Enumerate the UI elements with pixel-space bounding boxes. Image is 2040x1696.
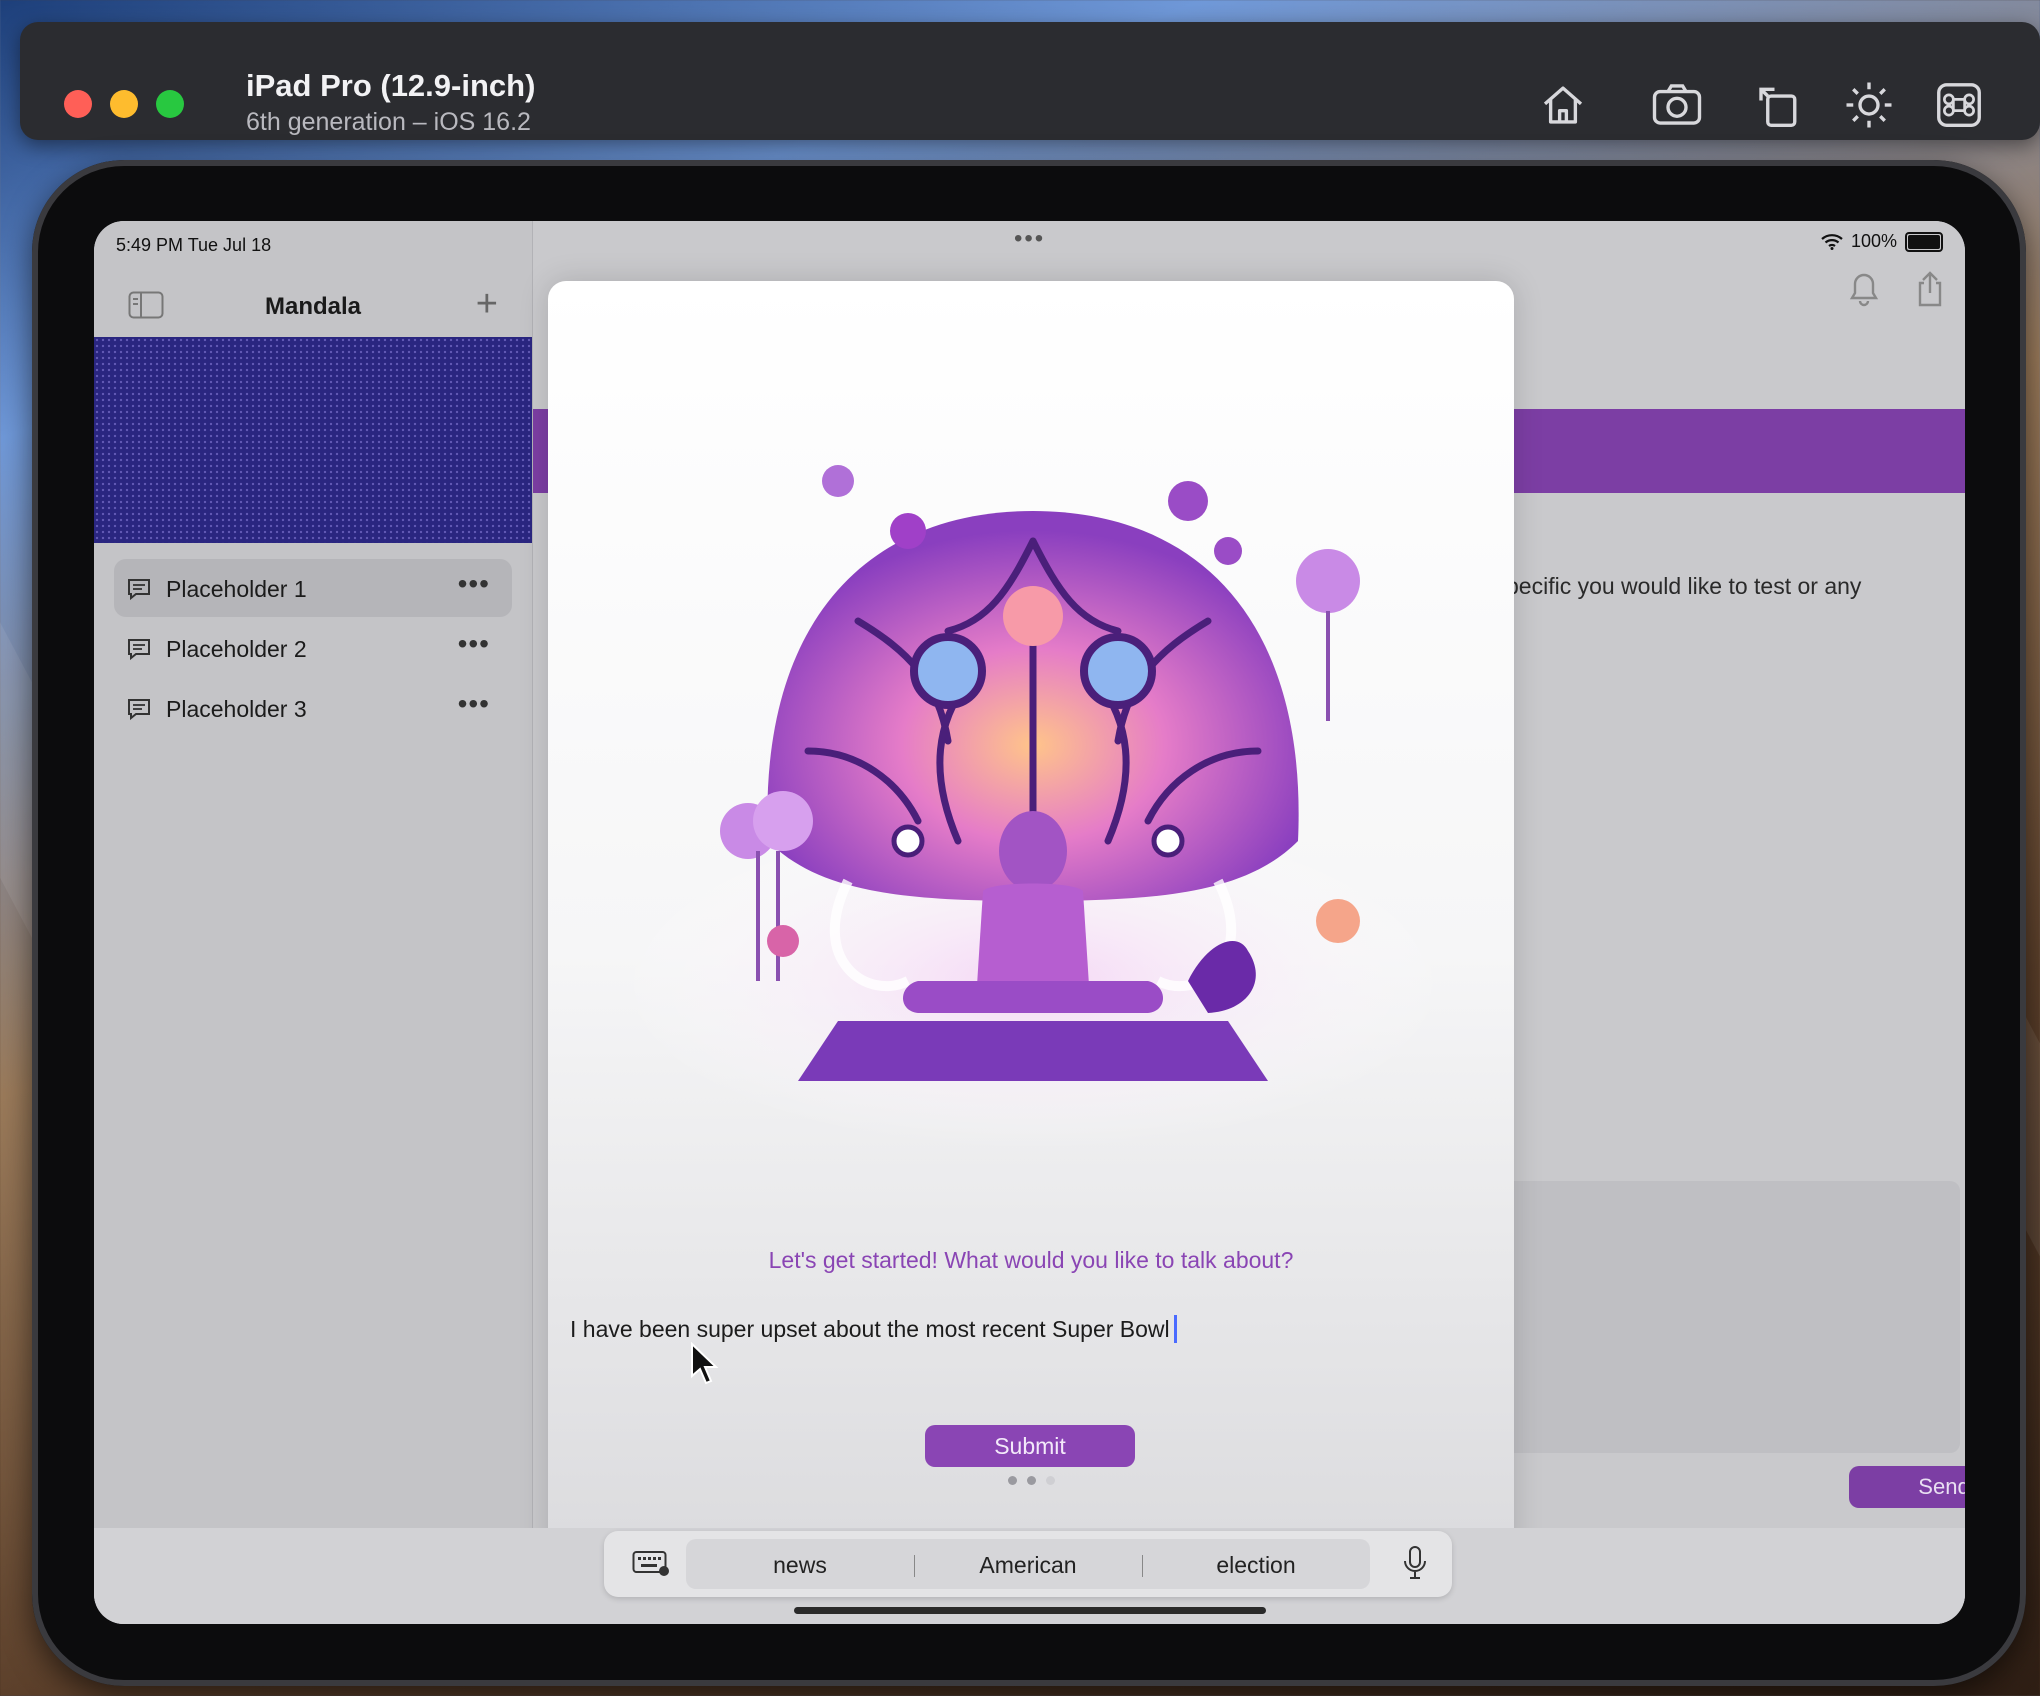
home-icon[interactable] (1536, 78, 1590, 132)
page-dot (1027, 1476, 1036, 1485)
wifi-icon (1821, 233, 1843, 250)
device-subtitle: 6th generation – iOS 16.2 (246, 108, 531, 136)
command-icon[interactable] (1932, 78, 1986, 132)
close-window-button[interactable] (64, 90, 92, 118)
conversation-list: Placeholder 1 ••• Placeholder 2 ••• Plac… (114, 559, 512, 739)
keyboard-icon[interactable] (632, 1549, 670, 1577)
bell-icon[interactable] (1844, 269, 1884, 309)
battery-percent: 100% (1850, 231, 1897, 251)
page-dot (1046, 1476, 1055, 1485)
home-indicator[interactable] (794, 1607, 1266, 1614)
suggestion-1[interactable]: news (686, 1552, 914, 1579)
topic-input[interactable]: I have been super upset about the most r… (570, 1315, 1177, 1343)
sidebar-item-placeholder-1[interactable]: Placeholder 1 ••• (114, 559, 512, 617)
minimize-window-button[interactable] (110, 90, 138, 118)
message-text: pecific you would like to test or any (1506, 573, 1862, 599)
simulator-title-bar: iPad Pro (12.9-inch) 6th generation – iO… (20, 22, 2040, 140)
chat-bubble-icon (128, 699, 150, 721)
more-options-icon[interactable]: ••• (458, 688, 490, 720)
suggestion-group: news American election (686, 1539, 1370, 1589)
submit-button[interactable]: Submit (925, 1425, 1135, 1467)
more-options-icon[interactable]: ••• (458, 568, 490, 600)
status-time: 5:49 PM Tue Jul 18 (116, 235, 272, 255)
predictive-text-bar: news American election (604, 1531, 1452, 1597)
sidebar-title: Mandala (264, 293, 362, 320)
sidebar-item-label: Placeholder 1 (166, 576, 307, 602)
sidebar-item-label: Placeholder 3 (166, 696, 307, 722)
status-right: 100% (1821, 231, 1943, 252)
sidebar-item-label: Placeholder 2 (166, 636, 307, 662)
ipad-screen: pecific you would like to test or any Se… (94, 221, 1965, 1624)
share-icon[interactable] (1910, 269, 1950, 309)
meditation-mandala-illustration (613, 465, 1453, 1151)
brightness-icon[interactable] (1842, 78, 1896, 132)
onboarding-prompt: Let's get started! What would you like t… (768, 1247, 1294, 1273)
page-indicator[interactable] (1008, 1476, 1055, 1485)
chat-bubble-icon (128, 639, 150, 661)
multitasking-dots-icon[interactable]: ••• (1014, 225, 1045, 253)
onboarding-modal: Let's get started! What would you like t… (548, 281, 1514, 1624)
device-name: iPad Pro (12.9-inch) (246, 68, 536, 103)
battery-icon (1905, 231, 1943, 252)
message-input-area[interactable] (1502, 1181, 1960, 1453)
sidebar-banner-image (94, 337, 532, 543)
sidebar: Mandala + Placeholder 1 ••• Placeholder … (94, 221, 533, 1624)
topic-input-value: I have been super upset about the most r… (570, 1316, 1170, 1342)
status-bar: 5:49 PM Tue Jul 18 ••• 100% (94, 221, 1965, 265)
more-options-icon[interactable]: ••• (458, 628, 490, 660)
sidebar-item-placeholder-2[interactable]: Placeholder 2 ••• (114, 619, 512, 677)
rotate-icon[interactable] (1752, 78, 1806, 132)
add-conversation-button[interactable]: + (476, 285, 498, 323)
microphone-icon[interactable] (1402, 1545, 1428, 1581)
send-button[interactable]: Send (1849, 1466, 1965, 1508)
chat-bubble-icon (128, 579, 150, 601)
screenshot-icon[interactable] (1650, 78, 1704, 132)
mouse-pointer-icon (691, 1342, 719, 1385)
zoom-window-button[interactable] (156, 90, 184, 118)
text-caret (1173, 1315, 1177, 1343)
page-dot (1008, 1476, 1017, 1485)
suggestion-3[interactable]: election (1142, 1552, 1370, 1579)
sidebar-item-placeholder-3[interactable]: Placeholder 3 ••• (114, 679, 512, 737)
suggestion-2[interactable]: American (914, 1552, 1142, 1579)
